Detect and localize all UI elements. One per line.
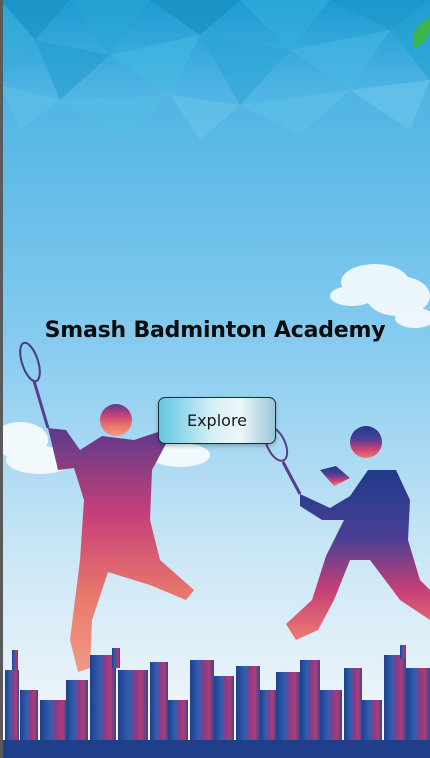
explore-button[interactable]: Explore <box>158 397 276 444</box>
page-title: Smash Badminton Academy <box>44 318 386 343</box>
splash-screen: Smash Badminton Academy Explore <box>0 0 430 758</box>
background-illustration <box>0 0 430 758</box>
window-edge <box>0 0 3 758</box>
